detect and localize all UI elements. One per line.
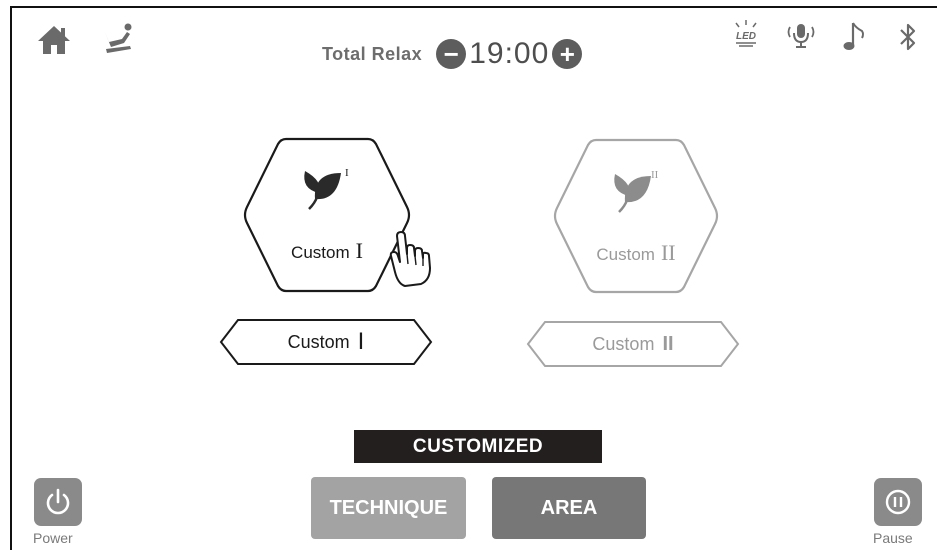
- program-numeral: II: [660, 240, 676, 265]
- power-label: Power: [33, 530, 73, 546]
- pause-button[interactable]: [874, 478, 922, 526]
- led-icon[interactable]: LED: [730, 19, 762, 49]
- technique-tab-button[interactable]: TECHNIQUE: [311, 477, 466, 539]
- custom-2-pill-button[interactable]: Custom II: [525, 319, 741, 369]
- custom-2-hexagon-button[interactable]: II Custom II: [551, 136, 721, 296]
- program-superscript: I: [345, 167, 349, 179]
- program-label: Custom II: [551, 240, 721, 266]
- bluetooth-icon[interactable]: [898, 22, 918, 52]
- increase-time-button[interactable]: +: [552, 39, 583, 69]
- program-name: Custom: [291, 243, 350, 262]
- timer-value: 19:00: [469, 37, 550, 70]
- pointing-hand-icon: [381, 226, 439, 290]
- pill-label: Custom II: [525, 319, 741, 369]
- program-numeral: I: [355, 238, 363, 263]
- led-text: LED: [736, 31, 756, 42]
- program-label: Total Relax: [322, 43, 423, 64]
- leaf-icon: [299, 163, 347, 216]
- music-icon[interactable]: [843, 20, 867, 52]
- program-name: Custom: [596, 245, 655, 264]
- screen-frame: [10, 6, 937, 550]
- pill-name: Custom: [287, 331, 350, 352]
- decrease-time-button[interactable]: −: [436, 39, 467, 69]
- mode-title-bar: CUSTOMIZED: [354, 430, 602, 463]
- custom-1-pill-button[interactable]: Custom I: [218, 317, 434, 367]
- pause-label: Pause: [873, 530, 913, 546]
- program-superscript: II: [651, 169, 659, 181]
- pill-label: Custom I: [218, 317, 434, 367]
- pill-numeral: I: [357, 328, 365, 355]
- pill-numeral: II: [662, 332, 674, 355]
- leaf-icon: [609, 166, 657, 219]
- pause-icon: [885, 489, 911, 515]
- home-icon[interactable]: [36, 24, 72, 56]
- voice-icon[interactable]: [783, 21, 819, 51]
- recline-chair-icon[interactable]: [100, 22, 136, 58]
- timer-control: Total Relax − 19:00 +: [322, 34, 583, 74]
- power-icon: [46, 488, 70, 515]
- area-tab-button[interactable]: AREA: [492, 477, 646, 539]
- pill-name: Custom: [592, 333, 655, 354]
- power-button[interactable]: [34, 478, 82, 526]
